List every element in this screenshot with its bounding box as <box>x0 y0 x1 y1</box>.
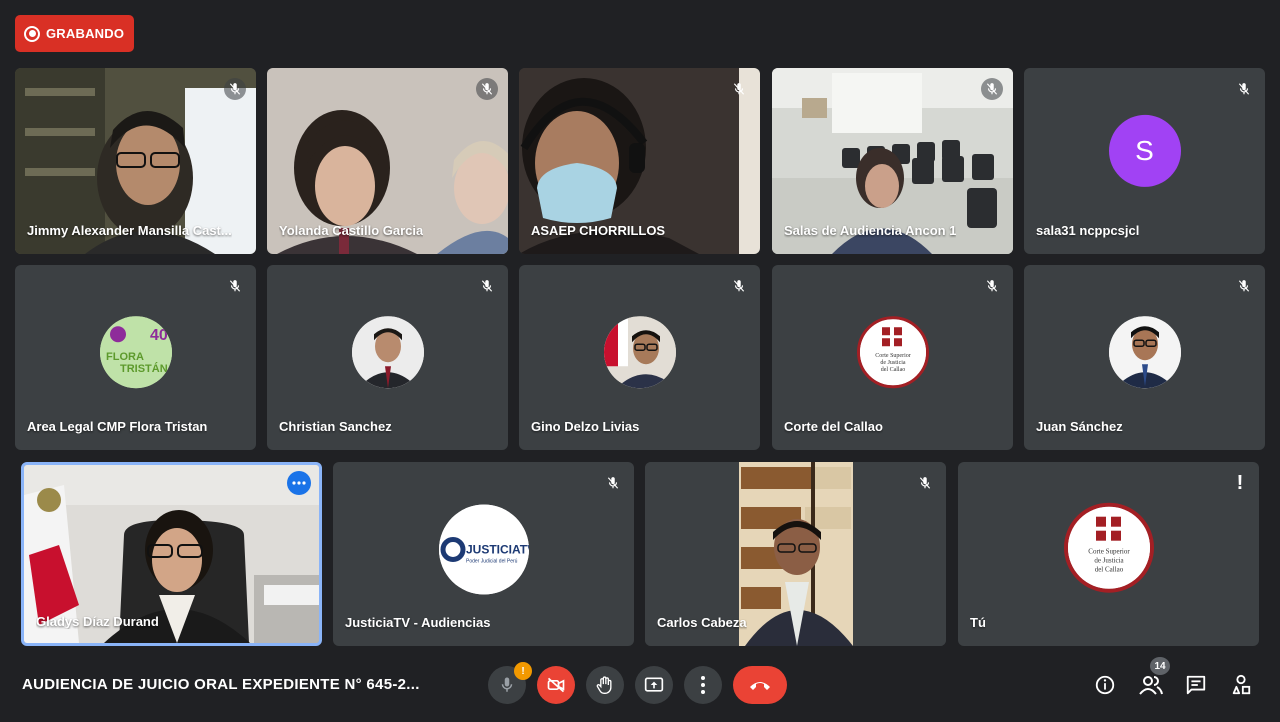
svg-text:Corte Superior: Corte Superior <box>1088 548 1130 556</box>
participant-name: Christian Sanchez <box>279 419 392 434</box>
justiciatv-logo: JUSTICIATV Poder Judicial del Perú <box>438 504 529 595</box>
raise-hand-icon <box>596 676 612 694</box>
mic-off-icon <box>728 78 750 100</box>
avatar: Corte Superior de Justicia del Callao <box>856 315 929 388</box>
mic-off-icon <box>476 275 498 297</box>
svg-text:TRISTÁN: TRISTÁN <box>120 362 168 375</box>
mic-off-icon <box>914 472 936 494</box>
mic-off-icon <box>981 78 1003 100</box>
mic-off-icon <box>981 275 1003 297</box>
corte-callao-logo: Corte Superior de Justicia del Callao <box>859 318 926 385</box>
avatar: S <box>1108 114 1181 187</box>
avatar <box>603 315 676 388</box>
info-button[interactable] <box>1090 670 1120 700</box>
participant-name: sala31 ncppcsjcl <box>1036 223 1140 238</box>
activities-icon <box>1232 674 1251 695</box>
participant-name: JusticiaTV - Audiencias <box>345 615 491 630</box>
participant-name: Carlos Cabeza <box>657 615 747 630</box>
participant-name: Corte del Callao <box>784 419 883 434</box>
svg-text:de Justicia: de Justicia <box>880 360 905 366</box>
participant-name: Juan Sánchez <box>1036 419 1123 434</box>
hang-up-icon <box>750 682 770 690</box>
avatar: Corte Superior de Justicia del Callao <box>1063 502 1154 593</box>
svg-text:del Callao: del Callao <box>1094 566 1123 574</box>
participants-count-badge: 14 <box>1150 657 1170 675</box>
activities-button[interactable] <box>1226 670 1256 700</box>
raise-hand-button[interactable] <box>586 666 624 704</box>
info-icon <box>1095 675 1115 695</box>
recording-badge: GRABANDO <box>15 15 134 52</box>
participant-tile-gino-delzo[interactable]: Gino Delzo Livias <box>519 265 760 450</box>
participant-name: Jimmy Alexander Mansilla Cast... <box>27 223 232 238</box>
participant-tile-christian-sanchez[interactable]: Christian Sanchez <box>267 265 508 450</box>
participant-name: Salas de Audiencia Ancon 1 <box>784 223 957 238</box>
mic-off-icon <box>224 78 246 100</box>
mic-off-icon <box>1233 275 1255 297</box>
recording-label: GRABANDO <box>46 26 125 41</box>
participant-name: Yolanda Castillo Garcia <box>279 223 424 238</box>
participant-tile-justiciatv[interactable]: JUSTICIATV Poder Judicial del Perú Justi… <box>333 462 634 646</box>
svg-text:Corte Superior: Corte Superior <box>875 353 911 359</box>
participant-tile-gladys-diaz[interactable]: Gladys Díaz Durand <box>21 462 322 646</box>
mic-off-icon <box>728 275 750 297</box>
avatar: 40 FLORA TRISTÁN <box>99 315 172 388</box>
participant-tile-carlos-cabeza[interactable]: Carlos Cabeza <box>645 462 946 646</box>
participant-tile-yolanda[interactable]: Yolanda Castillo Garcia <box>267 68 508 254</box>
avatar <box>351 315 424 388</box>
alert-icon[interactable]: ! <box>1229 472 1251 494</box>
record-icon <box>24 25 40 42</box>
chat-button[interactable] <box>1181 670 1211 700</box>
more-options-icon <box>701 676 705 694</box>
participant-tile-sala31[interactable]: S sala31 ncppcsjcl <box>1024 68 1265 254</box>
mic-off-icon <box>1233 78 1255 100</box>
participant-tile-asaep[interactable]: ASAEP CHORRILLOS <box>519 68 760 254</box>
participant-tile-jimmy[interactable]: Jimmy Alexander Mansilla Cast... <box>15 68 256 254</box>
participant-name: ASAEP CHORRILLOS <box>531 223 666 238</box>
svg-text:JUSTICIATV: JUSTICIATV <box>466 543 529 557</box>
corte-callao-logo: Corte Superior de Justicia del Callao <box>1067 506 1150 589</box>
mic-off-icon <box>224 275 246 297</box>
camera-button[interactable] <box>537 666 575 704</box>
people-icon <box>1139 676 1163 695</box>
camera-off-icon <box>547 677 565 693</box>
mic-off-icon <box>602 472 624 494</box>
chat-icon <box>1186 675 1206 695</box>
svg-text:de Justicia: de Justicia <box>1094 557 1124 565</box>
participant-tile-juan-sanchez[interactable]: Juan Sánchez <box>1024 265 1265 450</box>
participant-name: Gladys Díaz Durand <box>36 614 159 629</box>
svg-text:FLORA: FLORA <box>106 351 144 363</box>
present-icon <box>644 677 664 692</box>
avatar: JUSTICIATV Poder Judicial del Perú <box>438 504 529 595</box>
meeting-title[interactable]: AUDIENCIA DE JUICIO ORAL EXPEDIENTE N° 6… <box>22 676 420 693</box>
participant-name: Tú <box>970 615 986 630</box>
participant-tile-self[interactable]: Corte Superior de Justicia del Callao ! … <box>958 462 1259 646</box>
participant-name: Gino Delzo Livias <box>531 419 640 434</box>
svg-text:del Callao: del Callao <box>880 367 905 373</box>
participant-name: Area Legal CMP Flora Tristan <box>27 419 208 434</box>
svg-text:40: 40 <box>150 327 168 344</box>
mic-off-icon <box>476 78 498 100</box>
participant-tile-salas-ancon[interactable]: Salas de Audiencia Ancon 1 <box>772 68 1013 254</box>
svg-text:Poder Judicial del Perú: Poder Judicial del Perú <box>466 559 518 565</box>
present-button[interactable] <box>635 666 673 704</box>
participant-tile-corte-callao[interactable]: Corte Superior de Justicia del Callao Co… <box>772 265 1013 450</box>
participant-tile-flora-tristan[interactable]: 40 FLORA TRISTÁN Area Legal CMP Flora Tr… <box>15 265 256 450</box>
mic-off-icon <box>501 677 513 692</box>
mic-warning-badge: ! <box>514 662 532 680</box>
hang-up-button[interactable] <box>733 666 787 704</box>
more-options-icon[interactable] <box>287 471 311 495</box>
more-options-button[interactable] <box>684 666 722 704</box>
avatar <box>1108 315 1181 388</box>
flora-tristan-logo: 40 FLORA TRISTÁN <box>99 315 172 388</box>
